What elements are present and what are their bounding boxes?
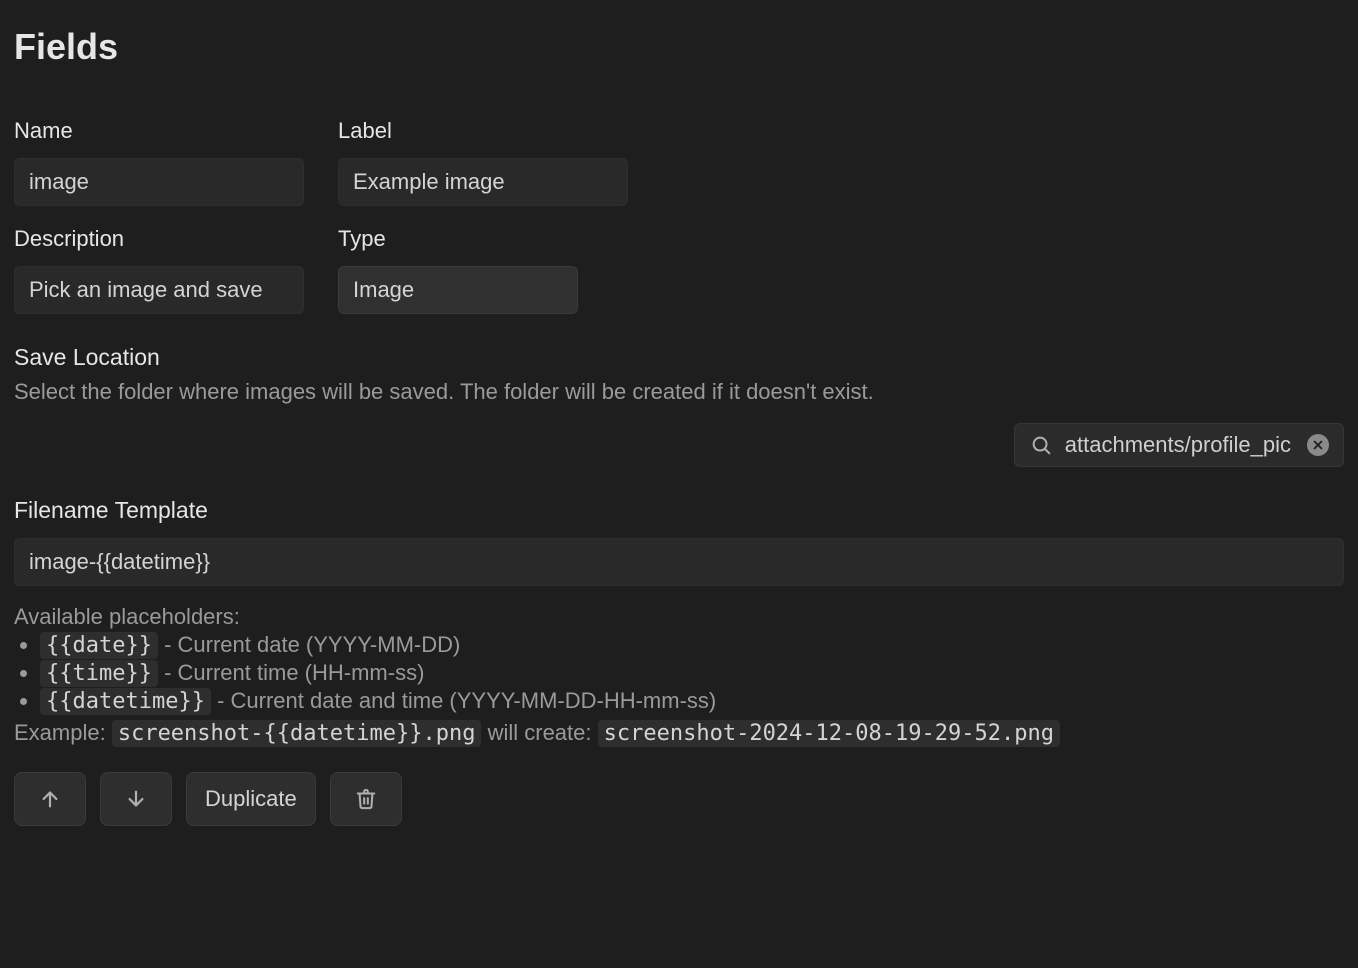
save-location-help: Select the folder where images will be s… (14, 379, 1344, 405)
placeholders-title: Available placeholders: (14, 604, 1344, 630)
list-item: {{time}} - Current time (HH-mm-ss) (40, 660, 1344, 686)
save-location-label: Save Location (14, 344, 1344, 371)
arrow-up-icon (38, 787, 62, 811)
example-template: screenshot-{{datetime}}.png (112, 720, 482, 747)
duplicate-button[interactable]: Duplicate (186, 772, 316, 826)
delete-button[interactable] (330, 772, 402, 826)
placeholder-desc: - Current date (YYYY-MM-DD) (164, 632, 460, 657)
arrow-down-icon (124, 787, 148, 811)
filename-template-label: Filename Template (14, 497, 1344, 524)
placeholder-token: {{time}} (40, 660, 158, 687)
page-title: Fields (14, 26, 1344, 68)
type-select[interactable]: Image (338, 266, 578, 314)
move-down-button[interactable] (100, 772, 172, 826)
filename-template-input[interactable] (14, 538, 1344, 586)
example-line: Example: screenshot-{{datetime}}.png wil… (14, 720, 1344, 746)
label-label: Label (338, 118, 628, 144)
save-location-value: attachments/profile_pic (1065, 432, 1291, 458)
placeholder-desc: - Current time (HH-mm-ss) (164, 660, 424, 685)
save-location-chip[interactable]: attachments/profile_pic (1014, 423, 1344, 467)
description-input[interactable] (14, 266, 304, 314)
clear-save-location-button[interactable] (1307, 434, 1329, 456)
search-icon (1029, 433, 1053, 457)
example-result: screenshot-2024-12-08-19-29-52.png (598, 720, 1060, 747)
placeholder-token: {{datetime}} (40, 688, 211, 715)
placeholder-token: {{date}} (40, 632, 158, 659)
placeholders-list: {{date}} - Current date (YYYY-MM-DD) {{t… (14, 632, 1344, 714)
name-input[interactable] (14, 158, 304, 206)
move-up-button[interactable] (14, 772, 86, 826)
name-label: Name (14, 118, 304, 144)
label-input[interactable] (338, 158, 628, 206)
list-item: {{date}} - Current date (YYYY-MM-DD) (40, 632, 1344, 658)
list-item: {{datetime}} - Current date and time (YY… (40, 688, 1344, 714)
placeholder-desc: - Current date and time (YYYY-MM-DD-HH-m… (217, 688, 716, 713)
description-label: Description (14, 226, 304, 252)
trash-icon (354, 787, 378, 811)
type-label: Type (338, 226, 628, 252)
